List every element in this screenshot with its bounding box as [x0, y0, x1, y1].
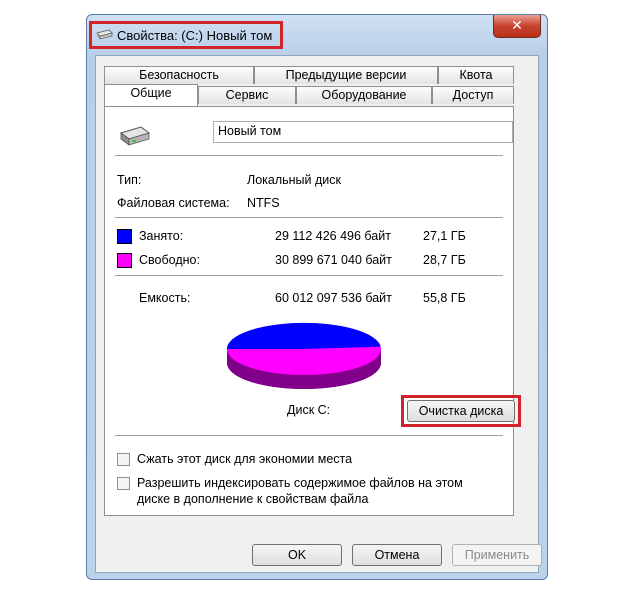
- disk-usage-pie-chart: [226, 322, 381, 389]
- tab-security[interactable]: Безопасность: [104, 66, 254, 84]
- separator-1: [115, 155, 503, 156]
- free-color-swatch: [117, 253, 132, 268]
- drive-icon: [96, 29, 113, 40]
- tab-service[interactable]: Сервис: [198, 86, 296, 104]
- free-label: Свободно:: [139, 253, 200, 267]
- apply-button[interactable]: Применить: [452, 544, 542, 566]
- hard-drive-icon: [119, 126, 151, 146]
- capacity-size: 55,8 ГБ: [423, 291, 466, 305]
- type-value: Локальный диск: [247, 173, 341, 187]
- capacity-label: Емкость:: [139, 291, 191, 305]
- window-title: Свойства: (C:) Новый том: [117, 28, 273, 43]
- disk-label: Диск C:: [287, 403, 331, 417]
- volume-name-input[interactable]: Новый том: [213, 121, 513, 143]
- tab-sharing[interactable]: Доступ: [432, 86, 514, 104]
- index-label-line1: Разрешить индексировать содержимое файло…: [137, 476, 463, 490]
- filesystem-label: Файловая система:: [117, 196, 230, 210]
- dialog-client-area: Безопасность Предыдущие версии Квота Общ…: [95, 55, 542, 573]
- free-size: 28,7 ГБ: [423, 253, 466, 267]
- used-bytes: 29 112 426 496 байт: [275, 229, 391, 243]
- tab-quota[interactable]: Квота: [438, 66, 514, 84]
- disk-cleanup-button[interactable]: Очистка диска: [407, 400, 515, 422]
- compress-checkbox[interactable]: [117, 453, 130, 466]
- tab-previous-versions[interactable]: Предыдущие версии: [254, 66, 438, 84]
- compress-label: Сжать этот диск для экономии места: [137, 452, 353, 466]
- general-tab-panel: Новый том Тип: Локальный диск Файловая с…: [104, 106, 521, 516]
- index-label-line2: диске в дополнение к свойствам файла: [137, 492, 369, 506]
- pie-slice-used: [226, 322, 381, 349]
- separator-2: [115, 217, 503, 218]
- cancel-button[interactable]: Отмена: [352, 544, 442, 566]
- filesystem-value: NTFS: [247, 196, 280, 210]
- tab-general[interactable]: Общие: [104, 84, 198, 106]
- close-icon: ✕: [511, 17, 523, 33]
- index-checkbox[interactable]: [117, 477, 130, 490]
- capacity-bytes: 60 012 097 536 байт: [275, 291, 392, 305]
- properties-window: Свойства: (C:) Новый том ✕ Безопасность …: [86, 14, 548, 580]
- tab-hardware[interactable]: Оборудование: [296, 86, 432, 104]
- type-label: Тип:: [117, 173, 142, 187]
- ok-button[interactable]: OK: [252, 544, 342, 566]
- used-color-swatch: [117, 229, 132, 244]
- separator-3: [115, 275, 503, 276]
- separator-4: [115, 435, 503, 436]
- close-button[interactable]: ✕: [493, 15, 541, 38]
- used-size: 27,1 ГБ: [423, 229, 466, 243]
- free-bytes: 30 899 671 040 байт: [275, 253, 392, 267]
- used-label: Занято:: [139, 229, 184, 243]
- title-bar[interactable]: Свойства: (C:) Новый том ✕: [87, 15, 547, 55]
